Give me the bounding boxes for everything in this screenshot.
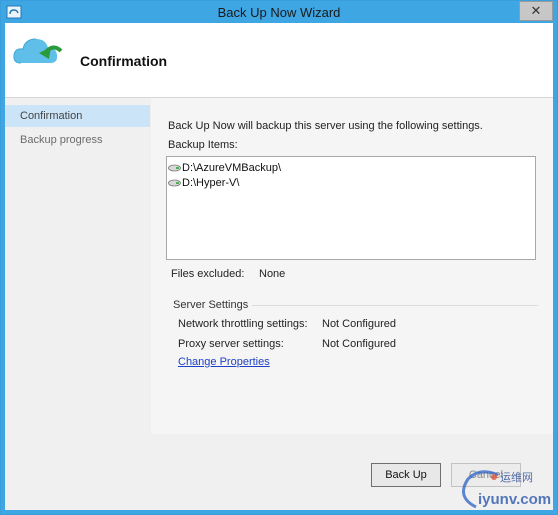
content-panel: Back Up Now will backup this server usin…	[151, 98, 553, 434]
drive-icon	[168, 179, 181, 187]
wizard-window: Back Up Now Wizard ✕ Confirmation Confir…	[0, 0, 558, 515]
nav-item-backup-progress[interactable]: Backup progress	[5, 129, 150, 151]
watermark-bottom-text: iyunv.com	[478, 491, 552, 508]
window-title: Back Up Now Wizard	[217, 5, 341, 20]
nav-item-confirmation[interactable]: Confirmation	[5, 105, 150, 127]
network-throttling-label: Network throttling settings:	[178, 318, 308, 330]
proxy-server-value: Not Configured	[322, 338, 396, 350]
backup-item-label: D:\Hyper-V\	[182, 177, 240, 189]
list-item[interactable]: D:\Hyper-V\	[168, 177, 239, 191]
group-divider	[252, 305, 538, 306]
backup-items-list[interactable]: D:\AzureVMBackup\ D:\Hyper-V\	[166, 156, 536, 260]
files-excluded-value: None	[259, 268, 286, 280]
server-settings-group: Server Settings Network throttling setti…	[166, 299, 538, 377]
watermark-top-text: 运维网	[500, 472, 533, 484]
site-watermark: 运维网 iyunv.com	[454, 467, 554, 513]
list-item[interactable]: D:\AzureVMBackup\	[168, 162, 281, 176]
backup-items-label: Backup Items:	[168, 139, 238, 151]
wizard-content: Back Up Now will backup this server usin…	[151, 98, 553, 510]
drive-icon	[168, 164, 181, 172]
wizard-steps-nav: Confirmation Backup progress	[5, 98, 150, 510]
close-button[interactable]: ✕	[519, 1, 553, 21]
files-excluded-label: Files excluded:	[171, 268, 245, 280]
cloud-backup-icon	[13, 38, 63, 64]
title-bar: Back Up Now Wizard ✕	[1, 1, 557, 23]
page-title: Confirmation	[80, 53, 168, 69]
wizard-body: Confirmation Backup progress Back Up Now…	[5, 98, 553, 510]
wizard-header: Confirmation	[5, 23, 553, 98]
server-settings-title: Server Settings	[173, 299, 249, 311]
backup-item-label: D:\AzureVMBackup\	[182, 162, 282, 174]
network-throttling-value: Not Configured	[322, 318, 396, 330]
change-properties-link[interactable]: Change Properties	[178, 356, 270, 368]
close-icon: ✕	[530, 3, 542, 18]
proxy-server-label: Proxy server settings:	[178, 338, 284, 350]
intro-text: Back Up Now will backup this server usin…	[168, 120, 483, 132]
back-button[interactable]: Back Up	[371, 463, 441, 487]
